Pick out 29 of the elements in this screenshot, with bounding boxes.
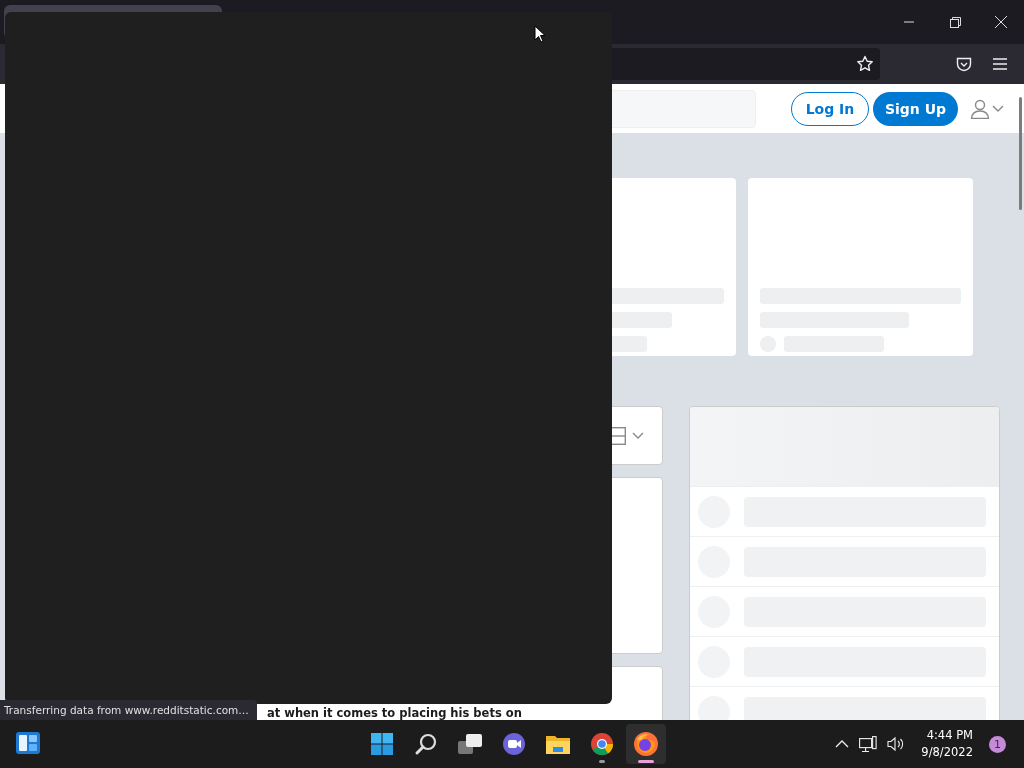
network-icon[interactable]	[859, 735, 878, 753]
restore-icon[interactable]	[949, 16, 961, 28]
chat-icon[interactable]	[501, 732, 527, 756]
close-icon[interactable]	[995, 16, 1007, 28]
caret-icon[interactable]	[992, 104, 1004, 113]
star-icon[interactable]	[856, 55, 874, 73]
chrome-icon[interactable]	[590, 732, 614, 756]
user-icon[interactable]	[970, 98, 990, 119]
scrollbar[interactable]	[1019, 97, 1022, 210]
clock-time[interactable]: 4:44 PM	[926, 727, 973, 744]
search-icon[interactable]	[414, 732, 438, 756]
cursor-icon	[534, 25, 546, 43]
notification-badge[interactable]: 1	[989, 735, 1006, 753]
menu-icon[interactable]	[993, 58, 1007, 70]
taskbar-button[interactable]	[626, 724, 666, 764]
windows-logo-icon[interactable]	[370, 732, 394, 756]
clock-date[interactable]: 9/8/2022	[921, 744, 973, 761]
signup-button[interactable]: Sign Up	[873, 91, 958, 126]
folder-icon[interactable]	[545, 733, 571, 755]
status-text: Transferring data from www.redditstatic.com…	[0, 700, 257, 720]
volume-icon[interactable]	[887, 736, 906, 752]
post-title[interactable]: at when it comes to placing his bets on	[267, 706, 522, 720]
firefox-icon[interactable]	[633, 731, 659, 757]
widgets-icon[interactable]	[16, 732, 40, 754]
caret-icon[interactable]	[632, 431, 644, 440]
pocket-icon[interactable]	[956, 56, 972, 72]
login-button[interactable]: Log In	[791, 91, 869, 126]
chevron-up-icon[interactable]	[835, 740, 850, 748]
task-view-icon[interactable]	[457, 733, 483, 755]
